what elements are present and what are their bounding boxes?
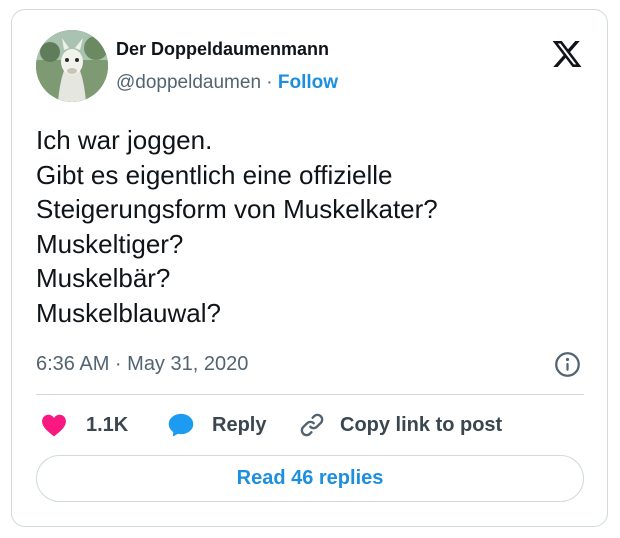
copy-link-label: Copy link to post bbox=[340, 414, 503, 436]
tweet-text: Ich war joggen. Gibt es eigentlich eine … bbox=[36, 123, 596, 330]
author-handle-row: @doppeldaumen · Follow bbox=[116, 71, 338, 95]
read-replies-label: Read 46 replies bbox=[236, 467, 384, 489]
tweet-line: Muskelblauwal? bbox=[36, 297, 221, 328]
tweet-card: Der Doppeldaumenmann @doppeldaumen · Fol… bbox=[11, 9, 608, 527]
tweet-line: Ich war joggen. bbox=[36, 125, 213, 155]
tweet-timestamp[interactable]: 6:36 AM · May 31, 2020 bbox=[36, 351, 248, 377]
separator-dot: · bbox=[266, 72, 273, 93]
tweet-line: Muskelbär? bbox=[36, 263, 171, 293]
reply-button[interactable]: Reply bbox=[167, 410, 266, 440]
author-display-name[interactable]: Der Doppeldaumenmann bbox=[116, 38, 329, 60]
like-count: 1.1K bbox=[86, 414, 129, 436]
reply-label: Reply bbox=[212, 414, 267, 436]
read-replies-button[interactable]: Read 46 replies bbox=[36, 455, 584, 502]
divider bbox=[36, 394, 584, 395]
tweet-line: Muskeltiger? bbox=[36, 228, 184, 259]
x-logo-icon[interactable] bbox=[550, 38, 584, 70]
follow-button[interactable]: Follow bbox=[278, 72, 338, 93]
tweet-line: Steigerungsform von Muskelkater? bbox=[36, 194, 438, 224]
heart-icon bbox=[42, 414, 66, 437]
info-icon[interactable] bbox=[554, 351, 581, 378]
like-button[interactable]: 1.1K bbox=[41, 410, 128, 440]
tweet-line: Gibt es eigentlich eine offizielle bbox=[36, 159, 393, 190]
avatar-image bbox=[36, 30, 108, 102]
copy-link-button[interactable]: Copy link to post bbox=[298, 410, 502, 440]
speech-bubble-icon bbox=[168, 413, 194, 437]
link-icon bbox=[300, 413, 324, 437]
avatar[interactable] bbox=[36, 30, 108, 102]
author-handle[interactable]: @doppeldaumen bbox=[116, 72, 261, 93]
